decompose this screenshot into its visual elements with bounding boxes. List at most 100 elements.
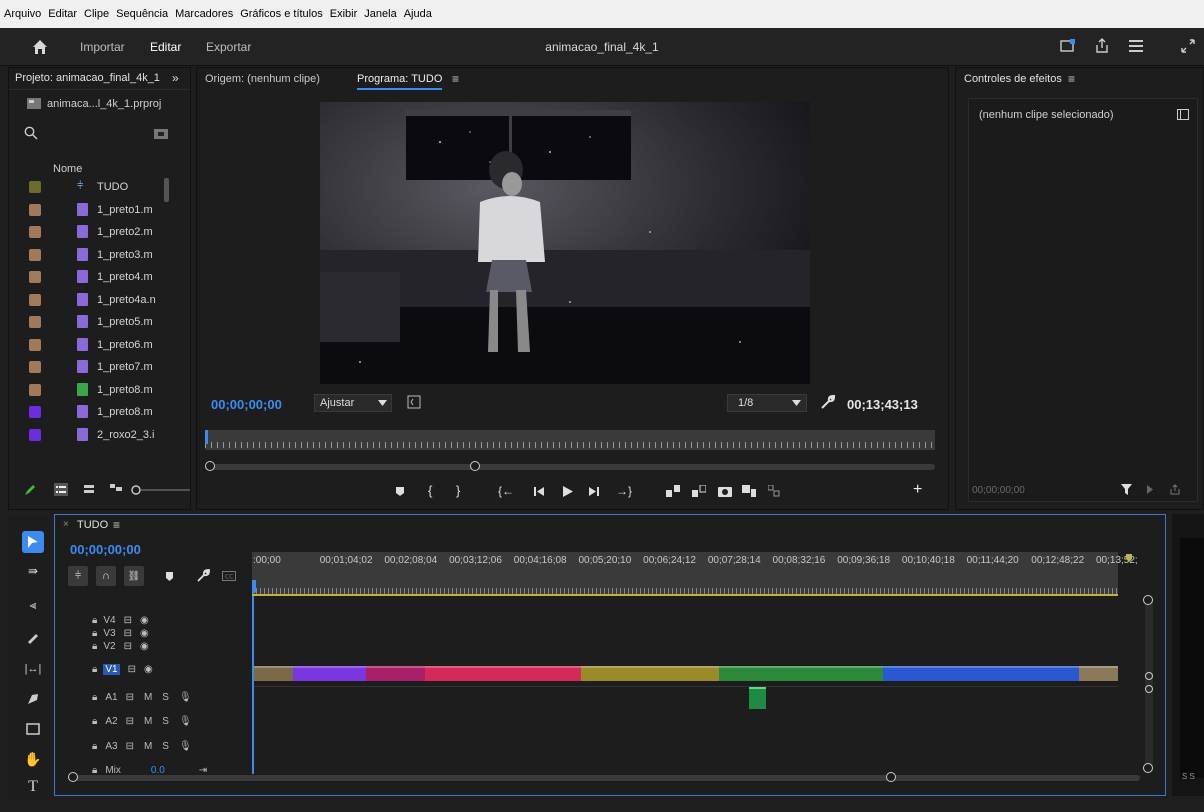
project-item[interactable]: 1_preto6.m [9, 335, 159, 355]
project-item[interactable]: ⫩ TUDO [9, 177, 159, 197]
snap-button[interactable]: ∩ [96, 566, 116, 586]
effect-timecode[interactable]: 00;00;00;00 [972, 485, 1025, 496]
project-item[interactable]: 1_preto3.m [9, 245, 159, 265]
audio-clip-a1[interactable] [749, 687, 767, 709]
quick-export-icon[interactable] [1060, 39, 1076, 53]
program-current-timecode[interactable]: 00;00;00;00 [211, 397, 282, 412]
rectangle-tool[interactable] [22, 718, 44, 740]
sync-lock-icon[interactable]: ⊟ [126, 716, 134, 727]
microphone-icon[interactable]: 🎙︎ [179, 741, 192, 752]
project-item[interactable]: 2_roxo2_3.i [9, 425, 159, 445]
linked-selection-button[interactable]: ⛓ [124, 566, 144, 586]
freeform-view-icon[interactable] [110, 484, 122, 494]
panel-overflow-button[interactable]: » [172, 71, 179, 85]
eye-icon[interactable]: ◉ [144, 664, 153, 675]
effect-menu-icon[interactable]: ≡ [1068, 72, 1075, 86]
captions-icon[interactable]: CC [222, 571, 236, 581]
menu-clipe[interactable]: Clipe [84, 8, 109, 20]
video-clip[interactable] [425, 666, 581, 681]
step-back-icon[interactable] [534, 487, 544, 496]
track-label[interactable]: V2 [103, 641, 115, 652]
track-label[interactable]: A1 [105, 692, 117, 703]
extract-icon[interactable] [692, 485, 706, 497]
mute-button[interactable]: M [144, 741, 152, 752]
icon-view-icon[interactable] [84, 485, 94, 494]
lock-icon[interactable]: 🔒︎ [92, 664, 97, 675]
vscroll-handle-bottom[interactable] [1143, 763, 1153, 773]
tab-exportar[interactable]: Exportar [206, 40, 251, 54]
sync-lock-icon[interactable]: ⊟ [126, 692, 134, 703]
sync-lock-icon[interactable]: ⊟ [124, 641, 132, 652]
label-color-swatch[interactable] [29, 226, 41, 238]
sequence-menu-icon[interactable]: ≡ [113, 518, 120, 532]
add-marker-icon[interactable] [396, 487, 404, 496]
microphone-icon[interactable]: 🎙︎ [179, 692, 192, 703]
project-item[interactable]: 1_preto1.m [9, 200, 159, 220]
lock-icon[interactable]: 🔒︎ [92, 615, 97, 626]
label-color-swatch[interactable] [29, 361, 41, 373]
vscroll-handle-top[interactable] [1143, 595, 1153, 605]
ripple-edit-tool[interactable]: ⫷ [22, 594, 44, 616]
label-color-swatch[interactable] [29, 203, 41, 216]
new-bin-icon[interactable] [154, 127, 168, 139]
mute-button[interactable]: M [144, 692, 152, 703]
audio-vscroll-handle[interactable] [1145, 672, 1153, 680]
program-time-ruler[interactable] [205, 430, 935, 450]
pencil-icon[interactable] [24, 484, 36, 496]
go-to-out-icon[interactable]: →} [616, 484, 632, 498]
share-icon[interactable] [1094, 38, 1110, 54]
microphone-icon[interactable]: 🎙︎ [179, 716, 192, 727]
sync-lock-icon[interactable]: ⊟ [128, 664, 136, 675]
lock-icon[interactable]: 🔒︎ [92, 628, 97, 639]
go-to-in-icon[interactable]: {← [498, 484, 514, 498]
column-header-name[interactable]: Nome [53, 163, 82, 175]
label-color-swatch[interactable] [29, 406, 41, 418]
track-label[interactable]: V1 [103, 664, 120, 675]
project-item[interactable]: 1_preto5.m [9, 312, 159, 332]
eye-icon[interactable]: ◉ [140, 628, 149, 639]
label-color-swatch[interactable] [29, 271, 41, 283]
solo-labels[interactable]: S S [1182, 772, 1195, 781]
label-color-swatch[interactable] [29, 428, 41, 441]
mark-out-icon[interactable]: } [456, 483, 460, 498]
mark-in-icon[interactable]: { [428, 483, 432, 498]
hscroll-handle-left[interactable] [68, 772, 78, 782]
timeline-vertical-scrollbar[interactable] [1143, 595, 1153, 773]
track-label[interactable]: V4 [103, 615, 115, 626]
menu-janela[interactable]: Janela [364, 8, 396, 20]
proxy-toggle-icon[interactable] [768, 485, 780, 497]
label-color-swatch[interactable] [29, 316, 41, 328]
project-item[interactable]: 1_preto2.m [9, 222, 159, 242]
lift-icon[interactable] [666, 485, 680, 497]
eye-icon[interactable]: ◉ [140, 615, 149, 626]
filter-icon[interactable] [1121, 484, 1132, 495]
sequence-tab[interactable]: TUDO [77, 519, 108, 531]
wrench-icon[interactable] [820, 394, 836, 410]
project-tab[interactable]: Projeto: animacao_final_4k_1 [15, 72, 160, 84]
workspaces-icon[interactable] [1128, 39, 1144, 53]
menu-arquivo[interactable]: Arquivo [4, 8, 41, 20]
lock-icon[interactable]: 🔒︎ [92, 692, 97, 703]
effect-controls-tab[interactable]: Controles de efeitos [964, 73, 1062, 85]
label-color-swatch[interactable] [29, 181, 41, 193]
close-tab-icon[interactable]: × [63, 519, 69, 530]
audio-vscroll-handle-2[interactable] [1145, 685, 1153, 693]
lock-icon[interactable]: 🔒︎ [92, 741, 97, 752]
export-icon[interactable] [1169, 484, 1181, 495]
sync-lock-icon[interactable]: ⊟ [124, 628, 132, 639]
fit-dropdown[interactable]: Ajustar [314, 394, 392, 412]
show-timeline-icon[interactable] [1177, 109, 1189, 120]
timeline-settings-icon[interactable] [196, 569, 210, 583]
eye-icon[interactable]: ◉ [140, 641, 149, 652]
step-forward-icon[interactable] [589, 487, 599, 496]
menu-editar[interactable]: Editar [48, 8, 77, 20]
sync-lock-icon[interactable]: ⊟ [124, 615, 132, 626]
lock-icon[interactable]: 🔒︎ [92, 716, 97, 727]
zoom-slider[interactable] [130, 483, 190, 497]
track-label[interactable]: A3 [105, 741, 117, 752]
menu-sequencia[interactable]: Sequência [116, 8, 168, 20]
program-zoom-scrollbar[interactable] [205, 461, 935, 471]
project-scrollbar[interactable] [164, 178, 169, 202]
sync-lock-icon[interactable]: ⊟ [126, 741, 134, 752]
label-color-swatch[interactable] [29, 293, 41, 306]
